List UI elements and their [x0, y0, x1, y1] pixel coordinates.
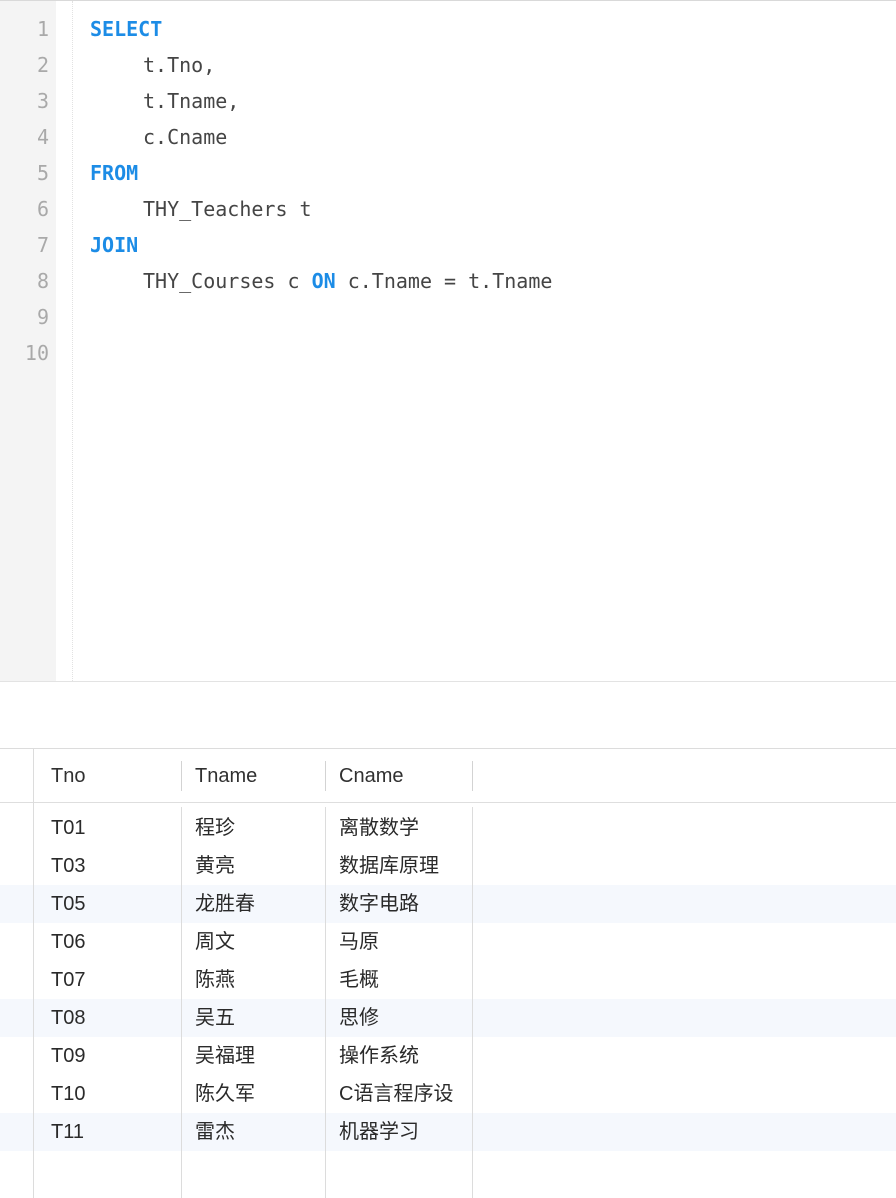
table-cell-tno[interactable]: T08	[51, 999, 176, 1037]
table-cell-cname[interactable]: 操作系统	[339, 1037, 459, 1075]
column-divider	[325, 807, 326, 1198]
table-row[interactable]: T03 黄亮 数据库原理	[0, 847, 896, 885]
line-number: 1	[36, 17, 49, 41]
code-line[interactable]	[90, 299, 552, 335]
table-cell-cname[interactable]: 数字电路	[339, 885, 459, 923]
table-cell-tname[interactable]: 吴福理	[195, 1037, 321, 1075]
column-resize-handle[interactable]	[472, 761, 473, 791]
column-resize-handle[interactable]	[325, 761, 326, 791]
table-row[interactable]: T09 吴福理 操作系统	[0, 1037, 896, 1075]
sql-text: c.Tname = t.Tname	[335, 269, 553, 293]
sql-text: THY_Courses c	[143, 269, 312, 293]
table-cell-tname[interactable]: 陈燕	[195, 961, 321, 999]
table-row[interactable]: T06 周文 马原	[0, 923, 896, 961]
line-numbers: 1 2 3 4 5 6 7 8 9 10	[0, 11, 49, 371]
table-row[interactable]: T01 程珍 离散数学	[0, 809, 896, 847]
results-grid[interactable]: Tno Tname Cname T01 程珍 离散数学 T03 黄亮 数据库原理 T05 龙胜…	[0, 749, 896, 1198]
table-cell-cname[interactable]: 马原	[339, 923, 459, 961]
code-line[interactable]: t.Tno,	[90, 47, 552, 83]
sql-keyword: ON	[311, 269, 336, 293]
line-number: 7	[36, 233, 49, 257]
column-header-tno[interactable]: Tno	[51, 749, 176, 803]
table-cell-cname[interactable]: 毛概	[339, 961, 459, 999]
sql-text: t.Tno,	[143, 53, 216, 77]
table-cell-tname[interactable]: 程珍	[195, 809, 321, 847]
line-number: 6	[36, 197, 49, 221]
pane-splitter[interactable]	[0, 681, 896, 749]
code-line[interactable]: t.Tname,	[90, 83, 552, 119]
sql-text: THY_Teachers t	[143, 197, 312, 221]
table-cell-tname[interactable]: 雷杰	[195, 1113, 321, 1151]
line-number: 3	[36, 89, 49, 113]
table-cell-tno[interactable]: T05	[51, 885, 176, 923]
table-cell-cname[interactable]: 思修	[339, 999, 459, 1037]
table-cell-tname[interactable]: 周文	[195, 923, 321, 961]
code-line[interactable]: THY_Courses c ON c.Tname = t.Tname	[90, 263, 552, 299]
table-cell-tno[interactable]: T10	[51, 1075, 176, 1113]
table-row[interactable]: T08 吴五 思修	[0, 999, 896, 1037]
line-number: 4	[36, 125, 49, 149]
table-cell-cname[interactable]: 离散数学	[339, 809, 459, 847]
table-cell-tname[interactable]: 龙胜春	[195, 885, 321, 923]
table-row[interactable]: T05 龙胜春 数字电路	[0, 885, 896, 923]
column-header-cname[interactable]: Cname	[339, 749, 459, 803]
sql-text: c.Cname	[143, 125, 228, 149]
line-number: 8	[36, 269, 49, 293]
code-area[interactable]: SELECT t.Tno, t.Tname, c.Cname FROM THY_Teach…	[90, 11, 552, 371]
column-divider	[33, 749, 34, 1198]
sql-keyword: JOIN	[90, 233, 139, 257]
column-divider	[181, 807, 182, 1198]
line-number: 2	[36, 53, 49, 77]
table-cell-cname[interactable]: 数据库原理	[339, 847, 459, 885]
table-cell-tno[interactable]: T09	[51, 1037, 176, 1075]
table-row[interactable]: T10 陈久军 C语言程序设	[0, 1075, 896, 1113]
sql-editor[interactable]: 1 2 3 4 5 6 7 8 9 10 SELECT t.Tno, t.Tname, c.Cname F…	[0, 0, 896, 681]
table-cell-tno[interactable]: T11	[51, 1113, 176, 1151]
table-cell-cname[interactable]: C语言程序设	[339, 1075, 459, 1113]
sql-text: t.Tname,	[143, 89, 240, 113]
code-line[interactable]: SELECT	[90, 11, 552, 47]
code-line[interactable]: FROM	[90, 155, 552, 191]
table-row[interactable]: T11 雷杰 机器学习	[0, 1113, 896, 1151]
code-line[interactable]	[90, 335, 552, 371]
table-row[interactable]: T07 陈燕 毛概	[0, 961, 896, 999]
sql-keyword: FROM	[90, 161, 139, 185]
table-cell-tno[interactable]: T07	[51, 961, 176, 999]
line-number: 10	[24, 341, 49, 365]
column-resize-handle[interactable]	[181, 761, 182, 791]
table-cell-tno[interactable]: T06	[51, 923, 176, 961]
line-number: 9	[36, 305, 49, 329]
line-number: 5	[36, 161, 49, 185]
table-cell-tno[interactable]: T01	[51, 809, 176, 847]
code-line[interactable]: THY_Teachers t	[90, 191, 552, 227]
table-cell-tno[interactable]: T03	[51, 847, 176, 885]
grid-header: Tno Tname Cname	[0, 749, 896, 803]
table-cell-tname[interactable]: 黄亮	[195, 847, 321, 885]
column-header-tname[interactable]: Tname	[195, 749, 321, 803]
code-line[interactable]: c.Cname	[90, 119, 552, 155]
table-cell-cname[interactable]: 机器学习	[339, 1113, 459, 1151]
indent-guide	[72, 1, 73, 681]
column-divider	[472, 807, 473, 1198]
code-line[interactable]: JOIN	[90, 227, 552, 263]
table-cell-tname[interactable]: 吴五	[195, 999, 321, 1037]
table-cell-tname[interactable]: 陈久军	[195, 1075, 321, 1113]
sql-keyword: SELECT	[90, 17, 163, 41]
